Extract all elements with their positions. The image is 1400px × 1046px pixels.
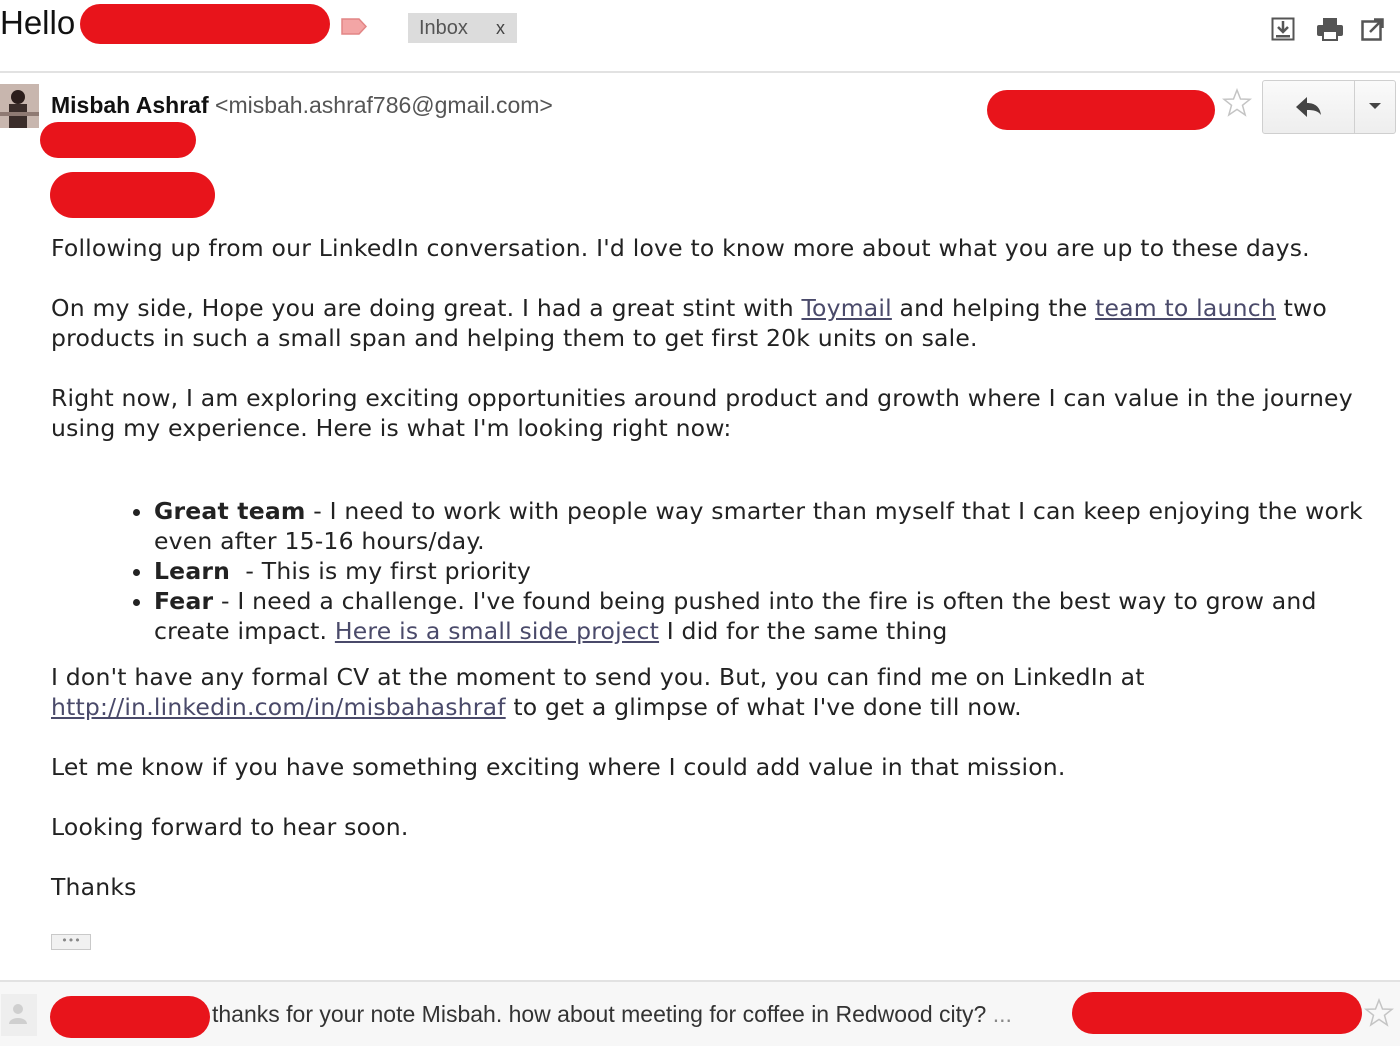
body-paragraph: Let me know if you have something exciti… [51,753,1066,781]
reply-button[interactable] [1263,81,1354,133]
redacted-recipient [40,122,196,158]
body-paragraph: Right now, I am exploring exciting oppor… [51,384,1353,442]
star-icon[interactable] [1364,998,1394,1028]
remove-label-button[interactable]: x [496,13,505,43]
redacted-subject [80,4,330,44]
linkedin-link[interactable]: http://in.linkedin.com/in/misbahashraf [51,693,506,721]
team-launch-link[interactable]: team to launch [1095,294,1276,322]
list-item: Great team - I need to work with people … [154,496,1391,556]
body-paragraph: Following up from our LinkedIn conversat… [51,234,1310,262]
show-trimmed-content-button[interactable]: ••• [51,934,91,950]
list-item: Fear - I need a challenge. I've found be… [154,586,1391,646]
person-icon [9,1004,27,1024]
redacted-reply-date [1072,992,1362,1034]
body-paragraph: Thanks [51,873,137,901]
sender-email: <misbah.ashraf786@gmail.com> [215,92,553,118]
redacted-reply-sender [50,996,210,1038]
body-paragraph: On my side, Hope you are doing great. I … [51,294,1328,352]
download-icon[interactable] [1271,17,1295,41]
body-paragraph: I don't have any formal CV at the moment… [51,663,1145,721]
sender-avatar[interactable] [0,84,39,128]
header-divider [0,71,1400,73]
label-tag-icon[interactable] [341,17,367,36]
email-subject: Hello [0,4,76,41]
list-item: Learn - This is my first priority [154,556,1391,586]
inbox-label-text: Inbox [419,17,468,39]
redacted-date [987,90,1215,130]
body-paragraph: Looking forward to hear soon. [51,813,409,841]
reply-avatar [1,994,37,1036]
toymail-link[interactable]: Toymail [801,294,891,322]
reply-button-group [1262,80,1396,134]
print-icon[interactable] [1316,17,1344,41]
more-actions-button[interactable] [1355,81,1395,133]
star-icon[interactable] [1222,88,1252,118]
sender-name[interactable]: Misbah Ashraf [51,92,209,118]
message-body: Following up from our LinkedIn conversat… [51,233,1391,932]
priority-list: Great team - I need to work with people … [51,496,1391,646]
new-window-icon[interactable] [1361,17,1385,41]
inbox-label-chip[interactable]: Inbox x [408,13,517,43]
sender-line: Misbah Ashraf <misbah.ashraf786@gmail.co… [51,92,553,119]
reply-snippet[interactable]: thanks for your note Misbah. how about m… [212,1001,1012,1028]
side-project-link[interactable]: Here is a small side project [335,617,659,645]
redacted-greeting [50,172,215,218]
reply-icon [1296,97,1321,117]
chevron-down-icon [1369,103,1381,109]
